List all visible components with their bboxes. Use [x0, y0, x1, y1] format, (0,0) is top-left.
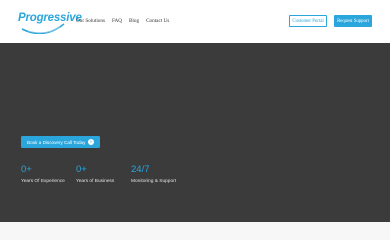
stat-value-experience: 0+ [21, 164, 32, 175]
request-support-button[interactable]: Request Support [334, 15, 372, 27]
stat-value-monitoring: 24/7 [131, 164, 150, 175]
nav-item-our-solutions[interactable]: Our Solutions [76, 17, 105, 27]
customer-portal-button[interactable]: Customer Portal [289, 15, 327, 27]
site-header: Progressive Our Solutions FAQ Blog Conta… [0, 0, 390, 43]
arrow-right-circle-icon: › [88, 139, 94, 145]
logo-wordmark: Progressive [18, 12, 82, 24]
nav-item-faq[interactable]: FAQ [112, 17, 122, 27]
main-nav: Our Solutions FAQ Blog Contact Us [76, 17, 169, 27]
stat-label-monitoring: Monitoring & Support [131, 179, 177, 184]
discovery-call-button[interactable]: Book a Discovery Call Today › [21, 136, 100, 148]
nav-item-blog[interactable]: Blog [129, 17, 139, 27]
next-section-strip [0, 222, 390, 240]
hero-section [0, 43, 390, 222]
nav-item-contact-us[interactable]: Contact Us [146, 17, 169, 27]
discovery-call-label: Book a Discovery Call Today [27, 139, 86, 145]
stat-label-experience: Years Of Experience [21, 179, 65, 184]
stat-label-business: Years of Business [76, 179, 115, 184]
progressive-logo[interactable]: Progressive [18, 10, 82, 34]
stat-value-business: 0+ [76, 164, 87, 175]
